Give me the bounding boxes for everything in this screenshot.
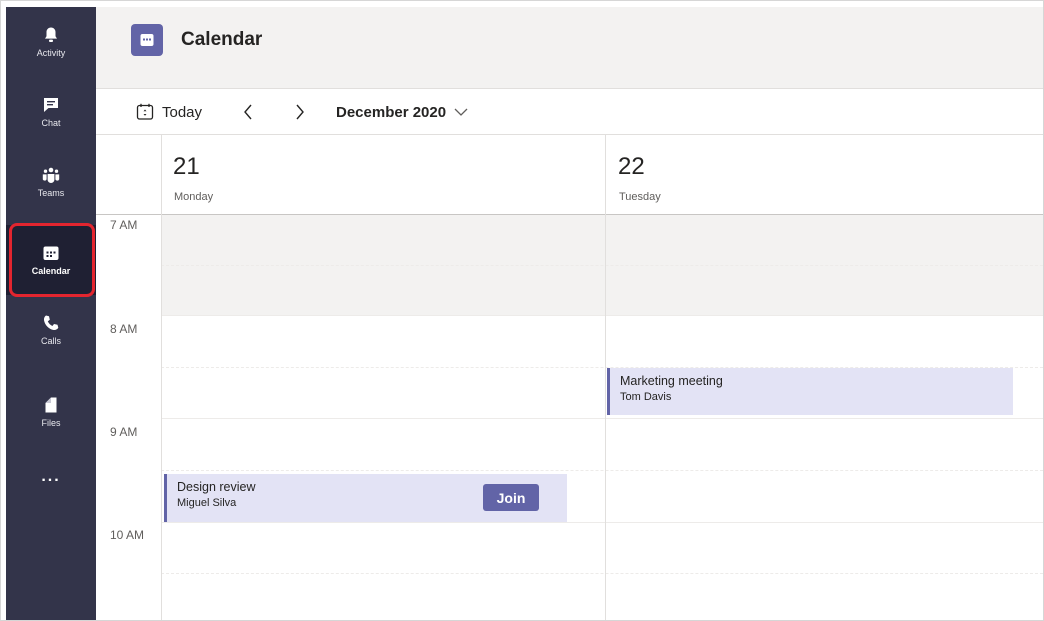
- time-label: 7 AM: [110, 218, 138, 232]
- half-hour-line: [161, 573, 1043, 574]
- next-week-button[interactable]: [288, 99, 312, 125]
- day-number: 22: [618, 153, 645, 180]
- calendar-app-icon: [131, 24, 163, 56]
- rail-item-files[interactable]: Files: [6, 377, 96, 447]
- join-button[interactable]: Join: [483, 484, 539, 511]
- event-title: Marketing meeting: [620, 374, 723, 388]
- column-divider: [605, 135, 606, 620]
- teams-window: Activity Chat Teams Calendar Calls Files…: [0, 0, 1044, 621]
- calendar-grid: 21 Monday 22 Tuesday 7 AM 8 AM 9 AM 10 A…: [96, 135, 1043, 620]
- page-title: Calendar: [181, 29, 263, 50]
- day-header-tuesday[interactable]: 22 Tuesday: [606, 135, 1043, 215]
- bell-icon: [45, 27, 57, 42]
- calendar-icon: [43, 246, 59, 260]
- rail-item-calendar[interactable]: Calendar: [6, 225, 96, 295]
- rail-item-chat[interactable]: Chat: [6, 77, 96, 147]
- month-picker[interactable]: December 2020: [336, 99, 468, 125]
- teams-icon: [42, 167, 60, 183]
- previous-week-button[interactable]: [236, 99, 260, 125]
- calendar-toolbar: Today December 2020: [96, 89, 1043, 135]
- chevron-right-icon: [296, 104, 304, 120]
- day-number: 21: [173, 153, 200, 180]
- file-icon: [45, 397, 57, 413]
- more-apps-button[interactable]: ...: [6, 459, 96, 495]
- rail-item-label: Teams: [37, 188, 65, 198]
- time-axis: 7 AM 8 AM 9 AM 10 AM: [96, 215, 161, 620]
- rail-item-label: Calendar: [31, 266, 71, 276]
- app-rail: Activity Chat Teams Calendar Calls Files…: [6, 7, 96, 620]
- today-button[interactable]: Today: [136, 99, 202, 125]
- calendar-today-icon: [136, 103, 154, 120]
- rail-item-calls[interactable]: Calls: [6, 295, 96, 365]
- day-name: Tuesday: [619, 191, 661, 203]
- month-label: December 2020: [336, 103, 447, 121]
- half-hour-line: [161, 265, 1043, 266]
- today-label: Today: [162, 103, 203, 121]
- hour-line: [161, 522, 1043, 523]
- hour-line: [161, 315, 1043, 316]
- rail-item-label: Activity: [36, 48, 66, 58]
- event-marketing-meeting[interactable]: Marketing meeting Tom Davis: [607, 368, 1013, 415]
- time-label: 9 AM: [110, 425, 138, 439]
- rail-item-label: Files: [41, 418, 61, 428]
- chat-icon: [44, 98, 58, 112]
- rail-item-teams[interactable]: Teams: [6, 147, 96, 217]
- day-header-monday[interactable]: 21 Monday: [161, 135, 606, 215]
- chevron-left-icon: [244, 104, 252, 120]
- column-divider: [161, 135, 162, 620]
- half-hour-line: [161, 470, 1043, 471]
- hour-line: [161, 418, 1043, 419]
- event-organizer: Tom Davis: [620, 391, 672, 403]
- rail-item-label: Calls: [40, 336, 61, 346]
- app-header: Calendar: [96, 7, 1043, 89]
- phone-icon: [43, 315, 59, 331]
- day-name: Monday: [174, 191, 214, 203]
- rail-item-activity[interactable]: Activity: [6, 7, 96, 77]
- rail-item-label: Chat: [41, 118, 61, 128]
- time-label: 8 AM: [110, 322, 138, 336]
- day-columns: Marketing meeting Tom Davis Design revie…: [161, 135, 1043, 620]
- time-label: 10 AM: [110, 528, 145, 542]
- day-header-row: 21 Monday 22 Tuesday: [96, 135, 1043, 215]
- chevron-down-icon: [454, 108, 468, 116]
